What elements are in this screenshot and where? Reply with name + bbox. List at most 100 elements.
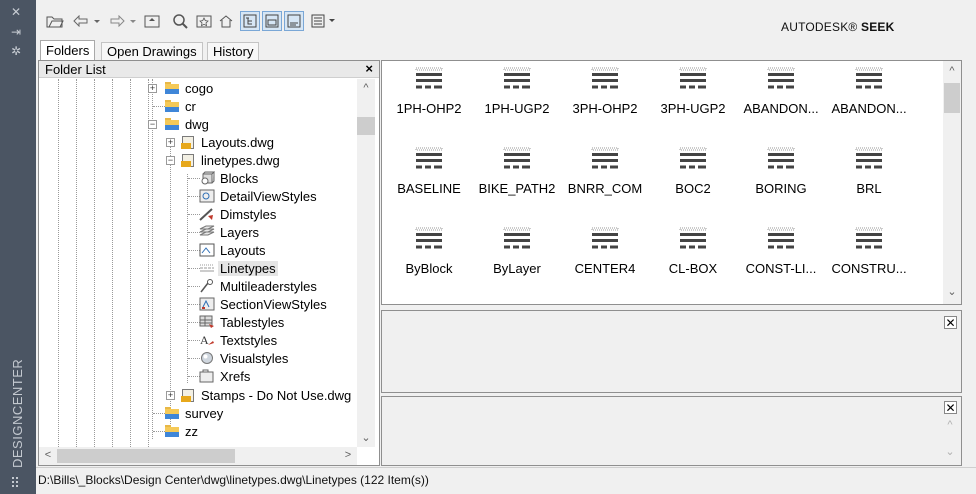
- linetype-item[interactable]: BRL: [825, 143, 913, 203]
- tab-history[interactable]: History: [207, 42, 260, 60]
- linetype-label: 3PH-UGP2: [660, 101, 726, 116]
- linetype-item[interactable]: BORING: [737, 143, 825, 203]
- linetypes-icon: [199, 261, 215, 275]
- autodesk-seek-brand[interactable]: AUTODESK® SEEK: [781, 20, 894, 34]
- tree-node-blocks[interactable]: Blocks: [199, 169, 260, 187]
- tree-node-cr[interactable]: cr: [165, 97, 198, 115]
- content-vertical-scrollbar[interactable]: ^ ⌄: [943, 61, 961, 304]
- scroll-up-icon[interactable]: ^: [941, 419, 959, 431]
- tree-node-zz[interactable]: zz: [165, 422, 200, 440]
- tree-node-cogo[interactable]: cogo: [165, 79, 215, 97]
- folder-list-close-icon[interactable]: ×: [365, 61, 373, 76]
- linetype-item[interactable]: 3PH-UGP2: [649, 63, 737, 123]
- linetype-item[interactable]: ByBlock: [385, 223, 473, 283]
- home-icon[interactable]: [216, 11, 236, 31]
- collapse-icon[interactable]: −: [148, 120, 157, 129]
- linetype-item[interactable]: CONST-LI...: [737, 223, 825, 283]
- scroll-down-icon[interactable]: ⌄: [943, 285, 961, 298]
- scroll-right-icon[interactable]: >: [339, 449, 357, 461]
- scroll-thumb[interactable]: [357, 117, 375, 135]
- linetype-item[interactable]: CL-BOX: [649, 223, 737, 283]
- scroll-down-icon[interactable]: ⌄: [357, 431, 375, 444]
- description-pane: ✕ ^ ⌄: [381, 396, 962, 466]
- linetype-label: CL-BOX: [668, 261, 718, 276]
- tree-node-sectionviewstyles[interactable]: SectionViewStyles: [199, 295, 329, 313]
- tab-folders[interactable]: Folders: [40, 40, 96, 61]
- linetype-item[interactable]: CENTER4: [561, 223, 649, 283]
- scroll-thumb[interactable]: [944, 83, 960, 113]
- scroll-up-icon[interactable]: ^: [943, 65, 961, 77]
- tree-node-visualstyles[interactable]: Visualstyles: [199, 349, 290, 367]
- scroll-down-icon[interactable]: ⌄: [941, 445, 959, 458]
- favorites-icon[interactable]: [194, 11, 214, 31]
- linetype-item[interactable]: BASELINE: [385, 143, 473, 203]
- linetype-item[interactable]: BOC2: [649, 143, 737, 203]
- auto-hide-icon[interactable]: ⇥: [11, 26, 21, 38]
- scroll-left-icon[interactable]: <: [39, 449, 57, 461]
- tree-guide: [112, 79, 113, 447]
- scroll-up-icon[interactable]: ^: [357, 82, 375, 94]
- linetype-item[interactable]: 1PH-UGP2: [473, 63, 561, 123]
- text-styles-icon: A: [199, 333, 215, 347]
- tree-node-stamps-dwg[interactable]: Stamps - Do Not Use.dwg: [181, 386, 353, 404]
- linetype-item[interactable]: ABANDON...: [825, 63, 913, 123]
- tab-open-drawings[interactable]: Open Drawings: [101, 42, 203, 60]
- palette-title-bar[interactable]: ✕ ⇥ ✲ DESIGNCENTER: [0, 0, 36, 494]
- linetype-item[interactable]: 1PH-OHP2: [385, 63, 473, 123]
- tree-node-layouts[interactable]: Layouts: [199, 241, 268, 259]
- views-icon[interactable]: [310, 11, 340, 31]
- folder-vertical-scrollbar[interactable]: ^ ⌄: [357, 79, 375, 447]
- forward-icon[interactable]: [106, 11, 140, 31]
- back-icon[interactable]: [70, 11, 104, 31]
- description-toggle-icon[interactable]: [284, 11, 304, 31]
- linetype-item[interactable]: BIKE_PATH2: [473, 143, 561, 203]
- properties-icon[interactable]: ✲: [11, 45, 21, 57]
- scroll-thumb[interactable]: [57, 449, 235, 463]
- preview-close-icon[interactable]: ✕: [944, 316, 957, 329]
- layouts-icon: [199, 243, 215, 257]
- tree-view-toggle-icon[interactable]: [240, 11, 260, 31]
- linetype-item[interactable]: ABANDON...: [737, 63, 825, 123]
- grip-icon[interactable]: [12, 477, 22, 489]
- tree-node-layouts-dwg[interactable]: Layouts.dwg: [181, 133, 276, 151]
- tree-node-textstyles[interactable]: A Textstyles: [199, 331, 279, 349]
- tree-node-survey[interactable]: survey: [165, 404, 225, 422]
- close-icon[interactable]: ✕: [11, 6, 21, 18]
- collapse-icon[interactable]: −: [166, 156, 175, 165]
- load-icon[interactable]: [44, 11, 66, 31]
- preview-toggle-icon[interactable]: [262, 11, 282, 31]
- linetype-label: 1PH-UGP2: [484, 101, 550, 116]
- dwg-file-icon: [181, 154, 195, 167]
- linetype-item[interactable]: ByLayer: [473, 223, 561, 283]
- up-icon[interactable]: [142, 11, 162, 31]
- tree-node-dimstyles[interactable]: Dimstyles: [199, 205, 278, 223]
- preview-pane: ✕: [381, 310, 962, 393]
- detail-view-styles-icon: [199, 189, 215, 203]
- content-area: ^ ⌄ 1PH-OHP2 1PH-UGP2 3PH-OHP2 3PH-UGP2 ABAN…: [381, 60, 962, 305]
- tree-node-tablestyles[interactable]: Tablestyles: [199, 313, 286, 331]
- linetype-item[interactable]: 3PH-OHP2: [561, 63, 649, 123]
- multileader-styles-icon: [199, 279, 215, 293]
- linetype-label: BORING: [755, 181, 807, 196]
- tree-guide: [58, 79, 59, 447]
- linetype-label: BIKE_PATH2: [478, 181, 556, 196]
- linetype-item[interactable]: BNRR_COM: [561, 143, 649, 203]
- tree-node-xrefs[interactable]: Xrefs: [199, 367, 252, 385]
- search-icon[interactable]: [170, 11, 190, 31]
- tree-node-linetypes[interactable]: Linetypes: [199, 259, 278, 277]
- expand-icon[interactable]: +: [166, 138, 175, 147]
- description-close-icon[interactable]: ✕: [944, 401, 957, 414]
- palette-title: DESIGNCENTER: [10, 358, 25, 468]
- tree-node-multileaderstyles[interactable]: Multileaderstyles: [199, 277, 319, 295]
- dwg-file-icon: [181, 136, 195, 149]
- linetype-icon: [415, 67, 443, 89]
- tree-node-layers[interactable]: Layers: [199, 223, 261, 241]
- tree-node-detailviewstyles[interactable]: DetailViewStyles: [199, 187, 319, 205]
- tree-node-dwg[interactable]: dwg: [165, 115, 211, 133]
- expand-icon[interactable]: +: [148, 84, 157, 93]
- tree-node-linetypes-dwg[interactable]: linetypes.dwg: [181, 151, 282, 169]
- linetype-icon: [767, 67, 795, 89]
- expand-icon[interactable]: +: [166, 391, 175, 400]
- folder-horizontal-scrollbar[interactable]: < >: [39, 447, 357, 465]
- linetype-item[interactable]: CONSTRU...: [825, 223, 913, 283]
